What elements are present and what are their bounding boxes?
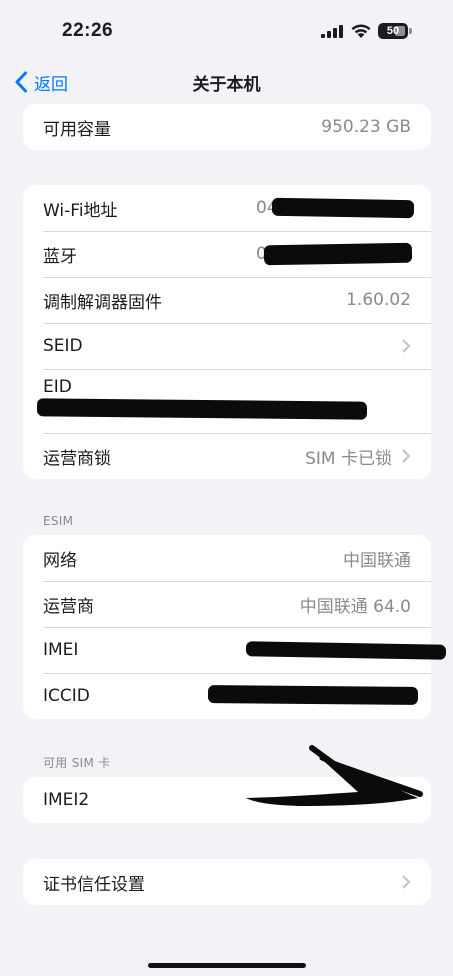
chevron-right-icon <box>402 339 410 353</box>
sim-section-header: 可用 SIM 卡 <box>43 756 111 770</box>
wifi-address-label: Wi-Fi地址 <box>43 200 118 221</box>
certificate-trust-row[interactable]: 证书信任设置 <box>23 859 431 905</box>
modem-firmware-row: 调制解调器固件 1.60.02 <box>23 277 431 323</box>
chevron-right-icon <box>402 449 410 463</box>
network-label: 网络 <box>43 550 77 571</box>
battery-cap <box>409 28 412 34</box>
certificate-trust-label: 证书信任设置 <box>43 874 145 895</box>
battery-icon: 50 <box>378 23 408 39</box>
redaction-mark-iccid <box>207 685 419 705</box>
capacity-row: 可用容量 950.23 GB <box>23 104 431 150</box>
network-info-group: Wi-Fi地址 04 蓝牙 0 调制解调器固件 1.60.02 SEID EID… <box>23 185 431 479</box>
battery-level: 50 <box>386 25 400 37</box>
navigation-bar: 返回 关于本机 <box>0 60 453 104</box>
carrier-row: 运营商 中国联通 64.0 <box>23 581 431 627</box>
capacity-value: 950.23 GB <box>321 117 411 137</box>
esim-section-header: ESIM <box>43 514 74 528</box>
bluetooth-label: 蓝牙 <box>43 246 77 267</box>
network-value: 中国联通 <box>343 550 411 571</box>
status-time: 22:26 <box>62 20 114 41</box>
home-indicator[interactable] <box>148 963 306 968</box>
modem-firmware-value: 1.60.02 <box>346 290 411 310</box>
carrier-lock-label: 运营商锁 <box>43 448 111 469</box>
carrier-lock-row[interactable]: 运营商锁 SIM 卡已锁 <box>23 433 431 479</box>
carrier-value: 中国联通 64.0 <box>299 596 411 617</box>
wifi-icon <box>351 24 371 38</box>
redaction-mark-imei2 <box>246 745 423 806</box>
capacity-label: 可用容量 <box>43 119 111 140</box>
redaction-mark-wifi <box>271 197 415 219</box>
seid-row[interactable]: SEID <box>23 323 431 369</box>
chevron-right-icon <box>402 875 410 889</box>
iccid-label: ICCID <box>43 686 90 706</box>
cellular-signal-icon <box>321 25 343 38</box>
imei2-label: IMEI2 <box>43 790 90 810</box>
redaction-mark-bluetooth <box>263 242 413 266</box>
modem-firmware-label: 调制解调器固件 <box>43 292 162 313</box>
eid-label: EID <box>43 377 72 397</box>
page-title: 关于本机 <box>192 75 261 95</box>
redaction-mark-eid <box>36 398 368 420</box>
imei-label: IMEI <box>43 640 79 660</box>
status-bar: 22:26 50 <box>0 0 453 60</box>
capacity-group: 可用容量 950.23 GB <box>23 104 431 150</box>
trust-group: 证书信任设置 <box>23 859 431 905</box>
carrier-lock-value: SIM 卡已锁 <box>305 448 392 469</box>
carrier-label: 运营商 <box>43 596 94 617</box>
seid-label: SEID <box>43 336 83 356</box>
network-row: 网络 中国联通 <box>23 535 431 581</box>
